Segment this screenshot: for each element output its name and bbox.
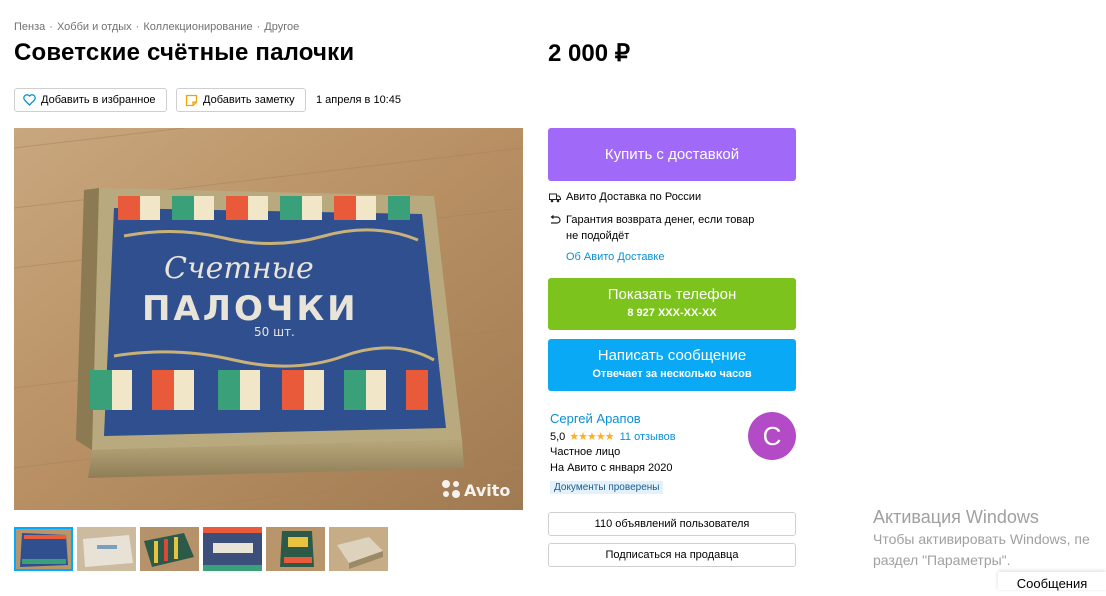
thumbnail-6[interactable] — [329, 527, 388, 571]
guarantee-line1: Гарантия возврата денег, если товар — [566, 214, 755, 226]
page-title: Советские счётные палочки — [14, 39, 355, 66]
breadcrumb-item-hobby[interactable]: Хобби и отдых — [57, 21, 132, 33]
truck-icon — [549, 193, 561, 203]
about-delivery-link[interactable]: Об Авито Доставке — [566, 251, 664, 263]
return-icon — [550, 215, 561, 224]
seller-since: На Авито с января 2020 — [550, 462, 673, 474]
thumbnail-2[interactable] — [77, 527, 136, 571]
write-message-label: Написать сообщение — [597, 347, 747, 364]
avatar[interactable]: С — [748, 412, 796, 460]
write-message-button[interactable]: Написать сообщение Отвечает за несколько… — [548, 339, 796, 391]
main-photo-image: Счетные ПАЛОЧКИ 50 шт. Avito — [14, 128, 523, 510]
seller-type: Частное лицо — [550, 446, 621, 458]
messages-tab[interactable]: Сообщения — [998, 572, 1106, 591]
thumbnail-1[interactable] — [14, 527, 73, 571]
seller-name-link[interactable]: Сергей Арапов — [550, 411, 641, 426]
buy-with-delivery-button[interactable]: Купить с доставкой — [548, 128, 796, 181]
box-text-line1: Счетные — [164, 251, 314, 286]
box-text-count: 50 шт. — [254, 325, 295, 339]
delivery-info: Авито Доставка по России — [566, 191, 702, 203]
rating-stars-icon: ★★★★★ — [569, 431, 614, 443]
windows-activation-line2: раздел "Параметры". — [873, 552, 1011, 568]
phone-number: 8 927 XXX-XX-XX — [627, 307, 717, 319]
user-ads-button[interactable]: 110 объявлений пользователя — [548, 512, 796, 536]
guarantee-info: Гарантия возврата денег, если товар не п… — [566, 212, 754, 244]
publish-date: 1 апреля в 10:45 — [316, 94, 401, 106]
show-phone-label: Показать телефон — [607, 286, 737, 303]
thumbnail-3[interactable] — [140, 527, 199, 571]
show-phone-button[interactable]: Показать телефон 8 927 XXX-XX-XX — [548, 278, 796, 330]
seller-rating: 5,0 ★★★★★ 11 отзывов — [550, 430, 676, 444]
breadcrumb-item-collecting[interactable]: Коллекционирование — [143, 21, 252, 33]
windows-activation-line1: Чтобы активировать Windows, пе — [873, 531, 1090, 547]
note-icon — [185, 94, 198, 106]
thumbnail-5[interactable] — [266, 527, 325, 571]
add-note-label: Добавить заметку — [203, 94, 295, 106]
response-time: Отвечает за несколько часов — [592, 368, 752, 380]
windows-activation-watermark: Активация Windows Чтобы активировать Win… — [873, 506, 1090, 570]
add-to-favorites-label: Добавить в избранное — [41, 94, 156, 106]
heart-icon — [23, 94, 36, 106]
reviews-link[interactable]: 11 отзывов — [620, 431, 676, 443]
guarantee-line2: не подойдёт — [566, 230, 630, 242]
add-to-favorites-button[interactable]: Добавить в избранное — [14, 88, 167, 112]
breadcrumb-item-city[interactable]: Пенза — [14, 21, 45, 33]
rating-value: 5,0 — [550, 430, 566, 443]
add-note-button[interactable]: Добавить заметку — [176, 88, 306, 112]
windows-activation-title: Активация Windows — [873, 507, 1039, 527]
main-photo[interactable]: Счетные ПАЛОЧКИ 50 шт. Avito — [14, 128, 523, 510]
box-text-line2: ПАЛОЧКИ — [142, 289, 359, 329]
subscribe-seller-button[interactable]: Подписаться на продавца — [548, 543, 796, 567]
avito-watermark-text: Avito — [464, 481, 510, 500]
price: 2 000 ₽ — [548, 40, 630, 67]
breadcrumb: Пенза · Хобби и отдых · Коллекционирование · Д… — [14, 21, 300, 33]
thumbnail-4[interactable] — [203, 527, 262, 571]
documents-verified-badge: Документы проверены — [550, 481, 664, 494]
breadcrumb-item-other[interactable]: Другое — [264, 21, 299, 33]
